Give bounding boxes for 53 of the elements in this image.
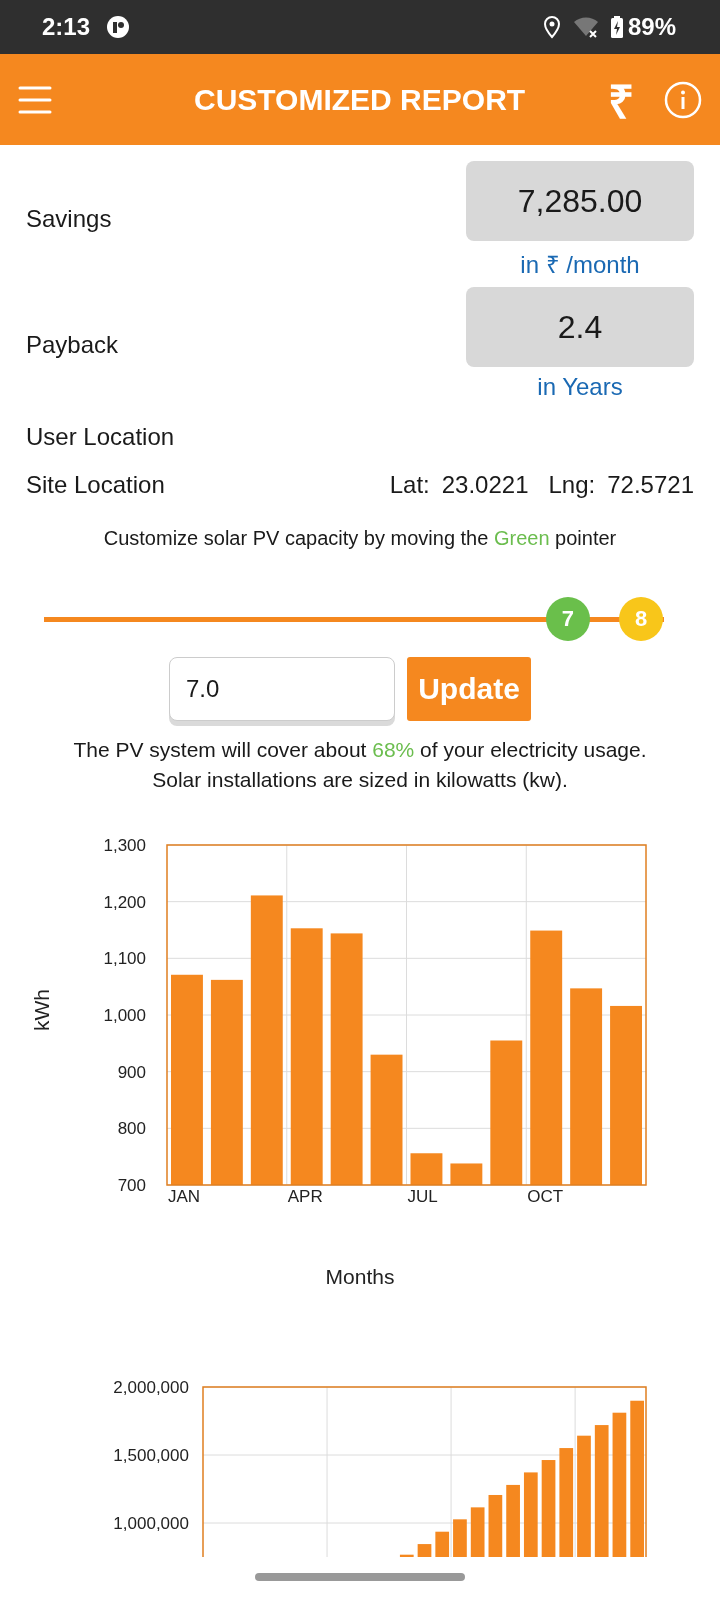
currency-button[interactable]: ₹ <box>608 68 634 131</box>
app-notification-icon <box>106 15 131 39</box>
latitude-label: Lat: <box>389 471 430 499</box>
metric-label: Savings <box>26 205 113 233</box>
y-tick-label: 1,100 <box>103 949 146 969</box>
metric-label: Payback <box>26 331 120 359</box>
y-axis-title: kWh <box>30 989 53 1031</box>
y-tick-label: 1,000,000 <box>113 1514 189 1533</box>
x-tick-label: APR <box>287 1187 323 1206</box>
metric-unit: in Years <box>537 373 623 402</box>
y-tick-label: 1,000 <box>103 1006 146 1025</box>
chart-bar <box>399 1554 414 1557</box>
limit-marker: 8 <box>619 597 664 641</box>
metric-value: 2.4 <box>466 287 694 367</box>
y-tick-label: 1,200 <box>103 892 146 912</box>
update-button[interactable]: Update <box>407 657 531 721</box>
x-tick-label: OCT <box>527 1187 564 1206</box>
coverage-text: The PV system will cover about 68% of your electricity usage. <box>72 737 648 763</box>
slider-thumb[interactable]: 7 <box>545 597 590 641</box>
chart-bar <box>435 1531 450 1557</box>
y-tick-label: 1,500,000 <box>113 1446 189 1465</box>
chart-bar <box>470 1507 485 1557</box>
chart-bar <box>417 1544 432 1557</box>
longitude-value: 72.5721 <box>607 471 694 499</box>
capacity-input[interactable]: 7.0 <box>169 657 395 721</box>
wifi-off-icon <box>571 15 600 39</box>
longitude-label: Lng: <box>548 471 596 499</box>
user-location-label: User Location <box>26 423 176 451</box>
metric-value: 7,285.00 <box>466 161 694 241</box>
site-location-label: Site Location <box>26 471 165 499</box>
battery-icon <box>609 15 624 39</box>
y-tick-label: 2,000,000 <box>113 1378 189 1397</box>
latitude-value: 23.0221 <box>441 471 529 499</box>
chart-bar <box>450 1163 483 1185</box>
y-tick-label: 800 <box>117 1119 146 1139</box>
clock: 2:13 <box>42 13 91 41</box>
menu-icon[interactable] <box>18 84 52 115</box>
chart-bar <box>453 1519 467 1557</box>
x-tick-label: JAN <box>168 1187 201 1206</box>
screen-title: CUSTOMIZED REPORT <box>194 82 527 117</box>
chart-bar <box>488 1495 503 1557</box>
x-tick-label: JUL <box>407 1187 438 1206</box>
y-tick-label: 1,300 <box>103 836 146 855</box>
chart-bar <box>410 1153 443 1185</box>
battery-level: 89% <box>627 13 676 41</box>
y-tick-label: 700 <box>117 1176 146 1195</box>
info-icon[interactable] <box>664 80 702 119</box>
metric-unit: in ₹ /month <box>520 250 640 280</box>
note-text: Solar installations are sized in kilowatts (kw). <box>151 767 569 793</box>
location-icon <box>541 15 562 39</box>
y-tick-label: 900 <box>117 1062 146 1082</box>
instruction-text: Customize solar PV capacity by moving the Green pointer <box>102 527 618 550</box>
x-axis-title: Months <box>325 1265 395 1288</box>
